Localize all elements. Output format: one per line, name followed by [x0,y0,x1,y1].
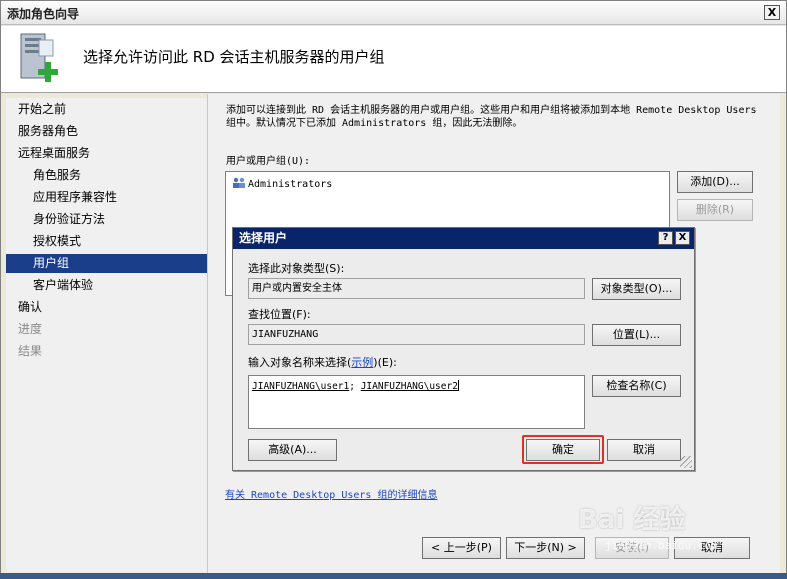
ok-highlight-box [522,435,604,464]
select-users-dialog: 选择用户 ? X 选择此对象类型(S): 用户或内置安全主体 对象类型(O)..… [232,227,695,471]
names-label-prefix: 输入对象名称来选择( [248,356,352,369]
info-link[interactable]: 有关 Remote Desktop Users 组的详细信息 [225,486,437,501]
step-progress: 进度 [18,322,43,336]
dialog-titlebar: 选择用户 ? X [233,228,694,249]
check-names-button[interactable]: 检查名称(C) [592,375,681,397]
examples-link[interactable]: 示例 [351,356,373,369]
step-before-you-begin[interactable]: 开始之前 [6,100,207,119]
advanced-button[interactable]: 高级(A)... [248,439,337,461]
user-group-label: 用户或用户组(U): [226,156,311,167]
watermark-logo: Bai 经验 [578,505,686,535]
wizard-steps-sidebar: 开始之前 服务器角色 远程桌面服务 角色服务 应用程序兼容性 身份验证方法 授权… [6,98,207,572]
step-licensing-mode[interactable]: 授权模式 [6,232,207,251]
step-results: 结果 [18,344,43,358]
object-type-field: 用户或内置安全主体 [248,278,585,299]
server-add-icon [20,33,58,82]
help-button[interactable]: ? [658,231,673,245]
dialog-title: 选择用户 [239,231,288,245]
wizard-header: 选择允许访问此 RD 会话主机服务器的用户组 [1,26,786,93]
name-separator: ; [349,381,361,392]
step-remote-desktop-services[interactable]: 远程桌面服务 [6,144,207,163]
description-text: 添加可以连接到此 RD 会话主机服务器的用户或用户组。这些用户和用户组将被添加到… [226,105,757,129]
page-title: 选择允许访问此 RD 会话主机服务器的用户组 [83,48,385,66]
users-icon [232,177,246,189]
prev-button[interactable]: < 上一步(P) [422,537,501,559]
step-client-experience[interactable]: 客户端体验 [6,276,207,295]
add-button[interactable]: 添加(D)... [677,171,753,193]
step-auth-method[interactable]: 身份验证方法 [6,210,207,229]
window-title: 添加角色向导 [7,7,80,21]
location-label: 查找位置(F): [248,308,311,321]
dialog-close-button[interactable]: X [675,231,690,245]
step-server-roles[interactable]: 服务器角色 [6,122,207,141]
step-user-groups[interactable]: 用户组 [6,254,207,273]
resolved-name-2: JIANFUZHANG\user2 [360,381,458,392]
list-item-label: Administrators [248,179,333,190]
add-roles-wizard-window: 添加角色向导 X 选择允许访问此 RD 会话主机服务器的用户组 开始之前 服务器… [0,0,787,579]
window-close-button[interactable]: X [764,5,780,20]
resize-grip[interactable] [680,456,692,468]
remove-button: 删除(R) [677,199,753,221]
locations-button[interactable]: 位置(L)... [592,324,681,346]
object-names-label: 输入对象名称来选择(示例)(E): [248,354,397,370]
resolved-name-1: JIANFUZHANG\user1 [252,381,350,392]
next-button[interactable]: 下一步(N) > [506,537,585,559]
object-type-label: 选择此对象类型(S): [248,262,345,275]
step-confirmation[interactable]: 确认 [6,298,207,317]
list-item[interactable]: Administrators [232,177,332,190]
text-cursor [457,380,459,391]
window-titlebar: 添加角色向导 X [1,1,786,25]
dialog-cancel-button[interactable]: 取消 [607,439,681,461]
step-role-services[interactable]: 角色服务 [6,166,207,185]
object-types-button[interactable]: 对象类型(O)... [592,278,681,300]
names-label-suffix: )(E): [373,356,397,369]
taskbar [0,573,787,579]
location-field: JIANFUZHANG [248,324,585,345]
object-names-input[interactable]: JIANFUZHANG\user1; JIANFUZHANG\user2 [248,375,585,429]
step-app-compatibility[interactable]: 应用程序兼容性 [6,188,207,207]
watermark-url: jingyan.baidu.com [605,539,718,552]
